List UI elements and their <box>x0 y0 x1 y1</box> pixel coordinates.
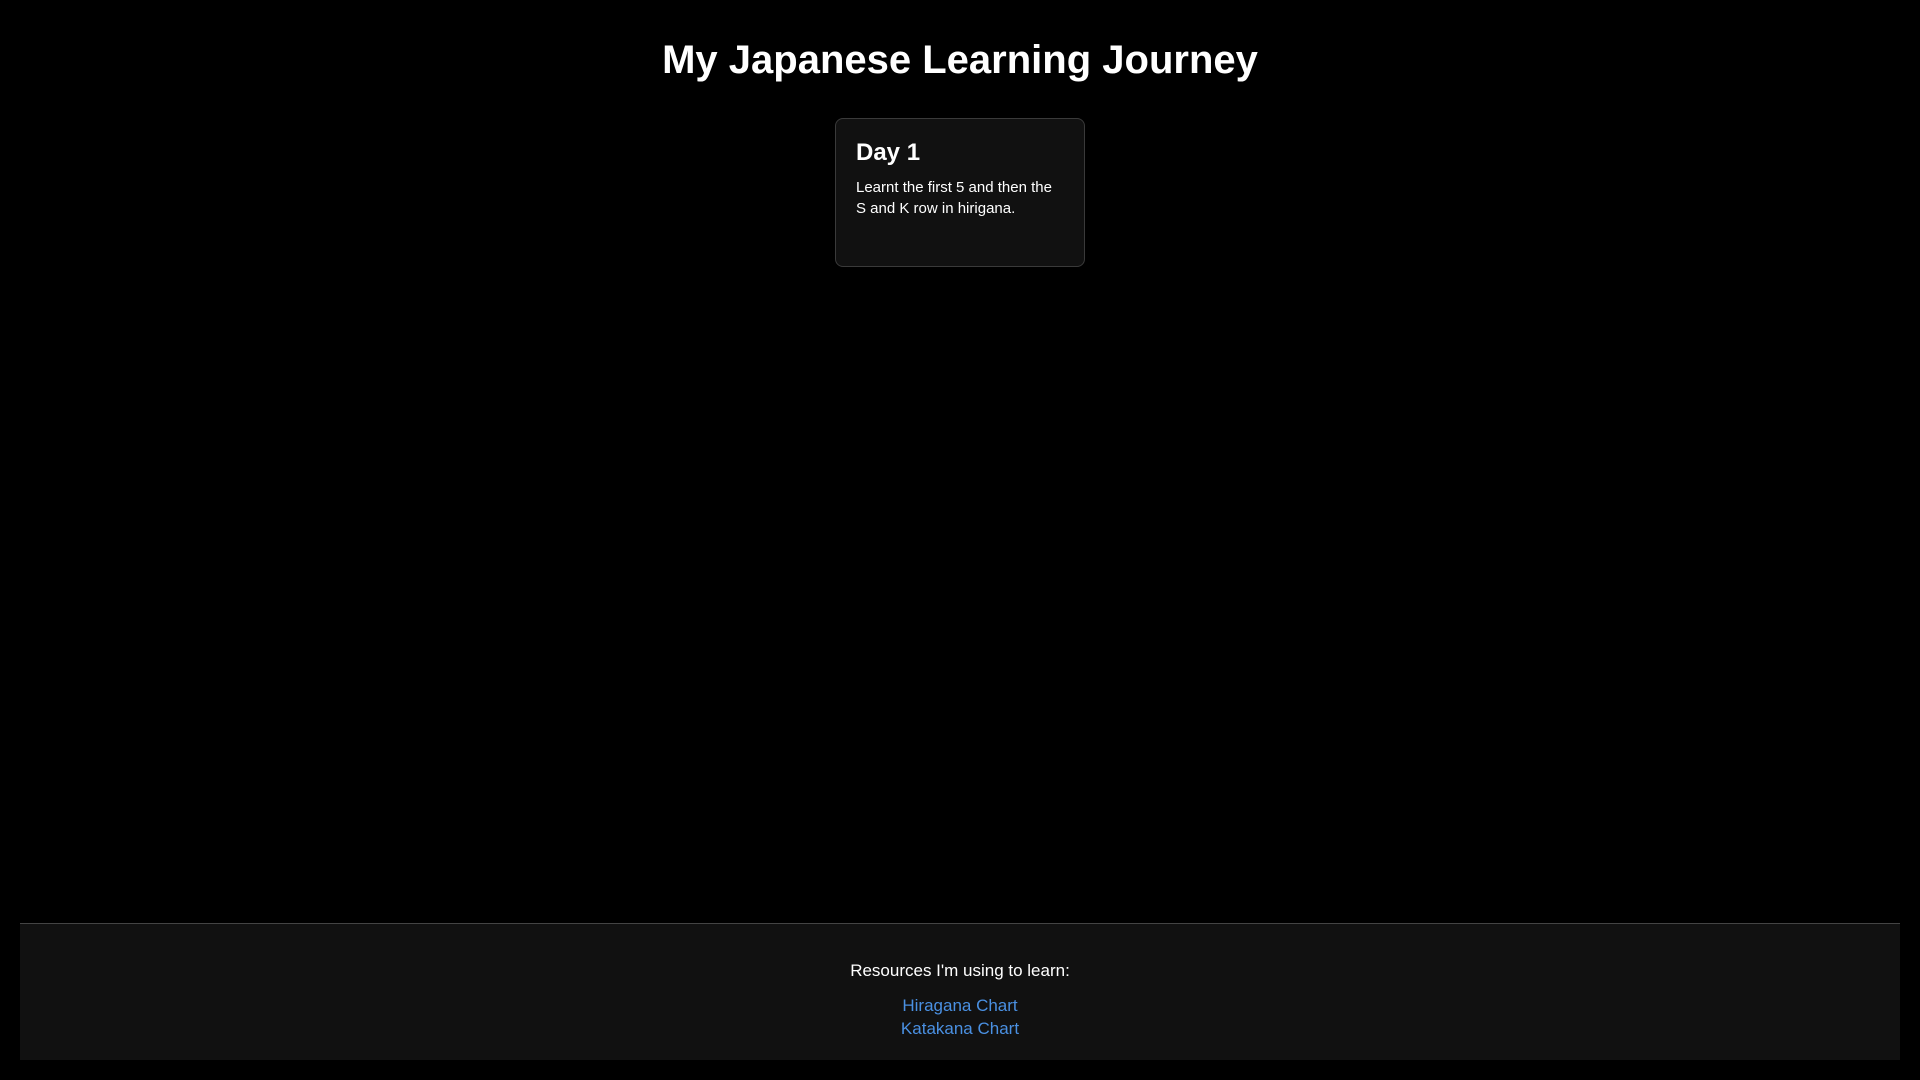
hiragana-chart-link[interactable]: Hiragana Chart <box>902 996 1017 1015</box>
resources-heading: Resources I'm using to learn: <box>850 961 1070 980</box>
page-title: My Japanese Learning Journey <box>662 38 1258 82</box>
footer: Resources I'm using to learn: Hiragana C… <box>20 923 1900 1060</box>
resources-list: Hiragana Chart Katakana Chart <box>20 994 1900 1040</box>
list-item: Hiragana Chart <box>20 994 1900 1017</box>
katakana-chart-link[interactable]: Katakana Chart <box>901 1019 1019 1038</box>
entry-body: Learnt the first 5 and then the S and K … <box>856 179 1052 217</box>
journal-entry-card: Day 1 Learnt the first 5 and then the S … <box>835 118 1085 267</box>
list-item: Katakana Chart <box>20 1017 1900 1040</box>
page: My Japanese Learning Journey Day 1 Learn… <box>0 0 1920 1080</box>
entry-title: Day 1 <box>856 139 921 166</box>
